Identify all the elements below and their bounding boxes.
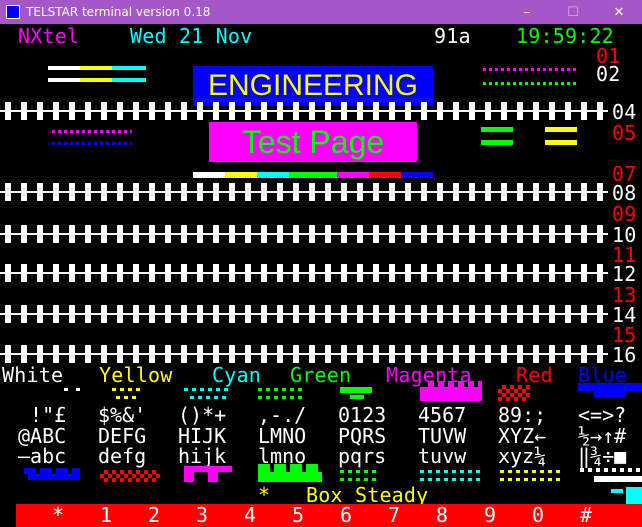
pattern-row-10: 10: [0, 223, 642, 247]
key-star[interactable]: *: [52, 504, 64, 527]
teletext-screen[interactable]: NXtel Wed 21 Nov 91a 19:59:22 ENGINEERIN…: [0, 24, 642, 527]
magenta-dots-2: [52, 130, 132, 133]
service-name: NXtel: [18, 24, 80, 48]
title-bar[interactable]: TELSTAR terminal version 0.18 – ☐ ✕: [0, 0, 642, 24]
pattern-row-14: 14: [0, 303, 642, 327]
cyan-bar-2: [112, 78, 146, 82]
test-page-title: Test Page: [209, 122, 417, 162]
page-number: 91a: [434, 24, 471, 48]
header-date: Wed 21 Nov: [130, 24, 253, 48]
color-labels-row: White Yellow Cyan Green Magenta Red Blue: [0, 363, 642, 387]
label-green: Green: [290, 363, 352, 387]
key-hash[interactable]: #: [580, 504, 592, 527]
row-num-05: 05: [612, 121, 637, 145]
pattern-row-08: 08: [0, 181, 642, 205]
close-button[interactable]: ✕: [596, 0, 642, 24]
key-3[interactable]: 3: [196, 504, 208, 527]
app-icon: [6, 5, 20, 19]
block-pattern: [0, 102, 642, 120]
key-6[interactable]: 6: [340, 504, 352, 527]
maximize-button[interactable]: ☐: [550, 0, 596, 24]
yellow-bar: [80, 66, 112, 70]
telstar-window: TELSTAR terminal version 0.18 – ☐ ✕ NXte…: [0, 0, 642, 527]
green-bar-b: [481, 140, 513, 145]
magenta-dots: [483, 68, 579, 71]
key-8[interactable]: 8: [436, 504, 448, 527]
key-0[interactable]: 0: [532, 504, 544, 527]
key-9[interactable]: 9: [484, 504, 496, 527]
green-bar-a: [481, 127, 513, 132]
key-7[interactable]: 7: [388, 504, 400, 527]
cyan-bar: [112, 66, 146, 70]
key-5[interactable]: 5: [292, 504, 304, 527]
label-yellow: Yellow: [99, 363, 173, 387]
label-red: Red: [516, 363, 553, 387]
header-row: NXtel Wed 21 Nov 91a 19:59:22: [0, 24, 642, 48]
blue-dots: [52, 142, 132, 145]
white-bar: [48, 66, 80, 70]
label-cyan: Cyan: [212, 363, 261, 387]
yellow-bar-b: [545, 140, 577, 145]
yellow-bar-a: [545, 127, 577, 132]
yellow-bar-2: [80, 78, 112, 82]
label-white: White: [2, 363, 64, 387]
window-controls: – ☐ ✕: [504, 0, 642, 24]
fastext-bar[interactable]: * 1 2 3 4 5 6 7 8 9 0 #: [16, 504, 642, 527]
key-1[interactable]: 1: [100, 504, 112, 527]
pattern-row-12: 12: [0, 262, 642, 286]
pattern-row-04: 04: [0, 100, 642, 124]
key-2[interactable]: 2: [148, 504, 160, 527]
row-num-02: 02: [596, 62, 621, 86]
green-dots: [483, 82, 579, 85]
window-title: TELSTAR terminal version 0.18: [26, 5, 211, 19]
key-4[interactable]: 4: [244, 504, 256, 527]
up-arrow-icon: [611, 489, 623, 493]
white-bar-2: [48, 78, 80, 82]
minimize-button[interactable]: –: [504, 0, 550, 24]
